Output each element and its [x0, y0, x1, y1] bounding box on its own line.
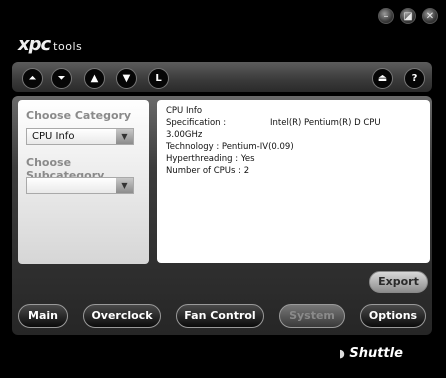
restore-icon[interactable]: ◪	[400, 8, 416, 24]
category-label: Choose Category	[26, 109, 132, 122]
export-button[interactable]: Export	[369, 271, 428, 293]
category-panel: Choose Category CPU Info ▼ Choose Subcat…	[18, 100, 149, 264]
eject-icon[interactable]: ⏏	[372, 68, 393, 89]
nav-fan-control-button[interactable]: Fan Control	[176, 304, 264, 328]
nav-system-button[interactable]: System	[279, 304, 345, 328]
help-button[interactable]: ?	[404, 68, 425, 89]
shuttle-logo: ◗ Shuttle	[339, 346, 403, 361]
info-line: 3.00GHz	[166, 130, 203, 140]
logo-prefix: xpc	[18, 34, 51, 55]
nav-main-button[interactable]: Main	[18, 304, 68, 328]
logo-suffix: tools	[53, 40, 83, 53]
info-line: Number of CPUs : 2	[166, 166, 250, 176]
l-button[interactable]: L	[148, 68, 169, 89]
brand-text: Shuttle	[349, 346, 403, 361]
info-line: Technology : Pentium-IV(0.09)	[166, 142, 294, 152]
info-line: Specification :	[166, 118, 227, 128]
toolbar: ⏶ ⏷ ▲ ▼ L ⏏ ?	[12, 62, 432, 92]
category-select[interactable]: CPU Info ▼	[26, 128, 134, 145]
chevron-down-icon[interactable]: ▼	[116, 129, 133, 144]
move-up-icon[interactable]: ▲	[84, 68, 105, 89]
nav-options-button[interactable]: Options	[360, 304, 426, 328]
info-text-area: CPU Info Specification : Intel(R) Pentiu…	[157, 100, 430, 263]
move-down-icon[interactable]: ▼	[116, 68, 137, 89]
move-top-icon[interactable]: ⏶	[22, 68, 43, 89]
xpc-tools-window: – ◪ ✕ xpc tools ⏶ ⏷ ▲ ▼ L ⏏ ? Choose Cate…	[0, 0, 446, 378]
app-logo: xpc tools	[18, 34, 82, 55]
move-bottom-icon[interactable]: ⏷	[51, 68, 72, 89]
subcategory-select[interactable]: ▼	[26, 177, 134, 194]
category-value: CPU Info	[32, 131, 75, 142]
shuttle-logo-icon: ◗	[339, 347, 345, 360]
minimize-icon[interactable]: –	[378, 8, 394, 24]
info-line: Intel(R) Pentium(R) D CPU	[270, 118, 381, 128]
nav-overclock-button[interactable]: Overclock	[83, 304, 161, 328]
close-icon[interactable]: ✕	[422, 8, 438, 24]
info-line: CPU Info	[166, 106, 203, 116]
info-line: Hyperthreading : Yes	[166, 154, 255, 164]
chevron-down-icon[interactable]: ▼	[116, 178, 133, 193]
